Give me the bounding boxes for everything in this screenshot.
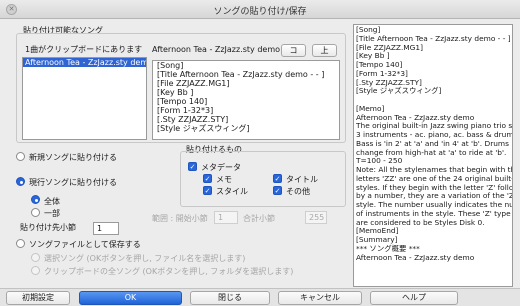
save-as-file-label: ソングファイルとして保存する (29, 240, 141, 249)
song-list-item[interactable]: Afternoon Tea - ZzJazz.sty demo - - (23, 58, 146, 67)
all-clipboard-label: クリップボードの全ソング (OKボタンを押し, フォルダを選択します) (44, 267, 294, 276)
preview-line: [File ZZJAZZ.MG1] (157, 79, 230, 88)
new-song-radio[interactable] (16, 152, 25, 161)
all-label: 全体 (44, 197, 60, 206)
style-checkbox[interactable]: ✓ (203, 186, 212, 195)
ok-button[interactable]: OK (79, 291, 182, 305)
paste-start-bar-input[interactable]: 1 (93, 222, 119, 235)
range-start-label: 範囲 : 開始小節 (152, 214, 208, 223)
part-radio[interactable] (31, 208, 40, 217)
preview-line: [.Sty ZZJAZZ.STY] (157, 115, 229, 124)
song-preview-text: [Song] [Title Afternoon Tea - ZzJazz.sty… (152, 60, 340, 140)
selected-songs-label: 選択ソング (OKボタンを押し, ファイル名を選択します) (44, 254, 246, 263)
move-up-button[interactable]: 上 (312, 44, 337, 57)
preview-line: [Form 1-32*3] (157, 106, 214, 115)
clipboard-count-label: 1曲がクリップボードにあります (25, 45, 143, 54)
title-checkbox[interactable]: ✓ (273, 174, 282, 183)
button-bar: 初期設定 OK 閉じる キャンセル ヘルプ (0, 288, 520, 306)
text-line: [Style ジャズスウィング] (356, 86, 442, 96)
preview-line: [Style ジャズスウィング] (157, 124, 250, 133)
close-button[interactable]: 閉じる (190, 291, 270, 305)
defaults-button[interactable]: 初期設定 (6, 291, 70, 305)
title-bar: ✕ ソングの貼り付け/保存 (0, 0, 520, 19)
new-song-label: 新規ソングに貼り付ける (29, 153, 117, 162)
preview-line: [Key Bb ] (157, 88, 194, 97)
paste-start-bar-label: 貼り付け先小節 (20, 223, 76, 232)
text-line: Afternoon Tea - ZzJazz.sty demo (356, 252, 475, 262)
metadata-label: メタデータ (201, 163, 241, 172)
help-button[interactable]: ヘルプ (370, 291, 458, 305)
memo-checkbox[interactable]: ✓ (203, 174, 212, 183)
metadata-checkbox[interactable]: ✓ (188, 162, 197, 171)
preview-line: [Song] (157, 61, 184, 70)
cancel-button[interactable]: キャンセル (278, 291, 362, 305)
total-bars-input[interactable]: 255 (305, 211, 327, 224)
part-label: 一部 (44, 209, 60, 218)
memo-label: メモ (216, 175, 232, 184)
song-text-view[interactable]: [Song] [Title Afternoon Tea - ZzJazz.sty… (353, 24, 513, 287)
total-bars-label: 合計小節 (243, 214, 275, 223)
all-clipboard-radio[interactable] (31, 266, 40, 275)
window-title: ソングの貼り付け/保存 (213, 7, 307, 17)
clipboard-song-list[interactable]: Afternoon Tea - ZzJazz.sty demo - - (22, 57, 147, 140)
save-as-file-radio[interactable] (16, 239, 25, 248)
preview-line: [Tempo 140] (157, 97, 208, 106)
preview-line: [Title Afternoon Tea - ZzJazz.sty demo -… (157, 70, 325, 79)
current-song-radio[interactable] (16, 177, 25, 186)
all-radio[interactable] (31, 195, 40, 204)
preview-song-header: Afternoon Tea - ZzJazz.sty demo - - (152, 45, 291, 54)
range-start-input[interactable]: 1 (214, 211, 238, 224)
title-label: タイトル (286, 175, 318, 184)
selected-songs-radio[interactable] (31, 253, 40, 262)
style-label: スタイル (216, 187, 248, 196)
copy-button[interactable]: コ (281, 44, 306, 57)
other-checkbox[interactable]: ✓ (273, 186, 282, 195)
current-song-label: 現行ソングに貼り付ける (29, 178, 117, 187)
other-label: その他 (286, 187, 310, 196)
